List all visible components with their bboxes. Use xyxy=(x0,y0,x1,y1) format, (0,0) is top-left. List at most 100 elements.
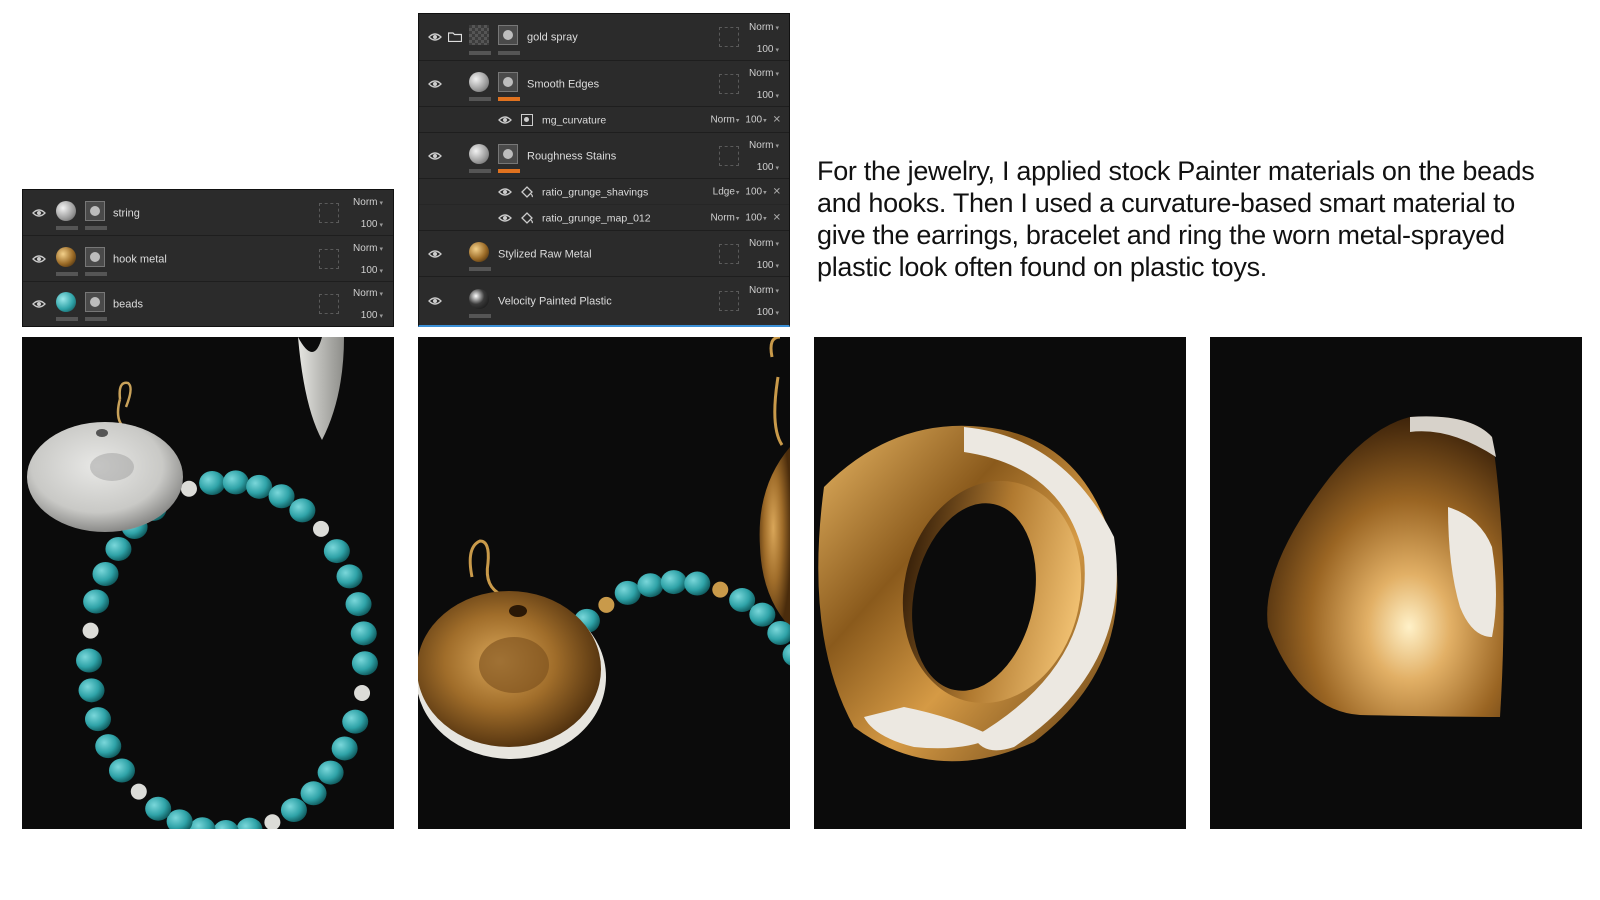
eye-icon[interactable] xyxy=(32,254,46,264)
eye-icon[interactable] xyxy=(428,249,442,259)
eye-icon[interactable] xyxy=(428,79,442,89)
blend-settings[interactable]: Norm ▾ 100 ▾ xyxy=(749,233,779,277)
layer-row-velocity-painted-plastic[interactable]: Velocity Painted Plastic Norm ▾ 100 ▾ xyxy=(419,277,789,324)
blend-mode[interactable]: Norm xyxy=(710,114,734,125)
opacity-value[interactable]: 100 xyxy=(745,114,762,125)
blend-mode[interactable]: Norm xyxy=(710,212,734,223)
mask-icon[interactable] xyxy=(498,71,518,92)
fill-bucket-icon xyxy=(521,186,533,198)
blend-settings[interactable]: Norm ▾ 100 ▾ xyxy=(353,238,383,282)
spacer-bead xyxy=(313,520,330,537)
selection-placeholder xyxy=(719,243,739,264)
blend-settings[interactable]: Norm ▾ 100 ▾ xyxy=(749,135,779,179)
blend-settings[interactable]: Norm ▾ 100 ▾ xyxy=(353,283,383,327)
opacity-value[interactable]: 100 xyxy=(757,307,774,318)
effect-name: ratio_grunge_shavings xyxy=(542,186,649,199)
blend-mode[interactable]: Norm xyxy=(749,238,773,249)
mask-icon[interactable] xyxy=(498,143,518,164)
chevron-down-icon: ▾ xyxy=(379,268,383,275)
thumbnail-bar xyxy=(469,169,491,173)
layer-row-beads[interactable]: beads Norm ▾ 100 ▾ xyxy=(23,282,393,326)
opacity-value[interactable]: 100 xyxy=(757,90,774,101)
opacity-value[interactable]: 100 xyxy=(757,44,774,55)
render-earring-gold xyxy=(418,337,790,829)
bead xyxy=(684,571,711,596)
layer-row-smooth-edges[interactable]: Smooth Edges Norm ▾ 100 ▾ xyxy=(419,61,789,107)
mask-icon[interactable] xyxy=(85,292,105,312)
eye-icon[interactable] xyxy=(32,208,46,218)
layer-name: Stylized Raw Metal xyxy=(498,248,592,261)
eye-icon[interactable] xyxy=(32,299,46,309)
mask-icon[interactable] xyxy=(85,200,105,221)
blend-mode[interactable]: Norm xyxy=(353,243,377,254)
bead xyxy=(336,564,363,589)
effect-row-grunge-shavings[interactable]: ratio_grunge_shavings Ldge▾ 100▾ ✕ xyxy=(419,179,789,205)
layer-row-string[interactable]: string Norm ▾ 100 ▾ xyxy=(23,190,393,236)
blend-settings[interactable]: Norm ▾ 100 ▾ xyxy=(749,280,779,324)
opacity-value[interactable]: 100 xyxy=(361,265,378,276)
blend-mode[interactable]: Norm xyxy=(749,22,773,33)
render-earring-untextured xyxy=(22,337,394,829)
bead xyxy=(76,648,103,673)
chevron-down-icon: ▾ xyxy=(775,25,779,32)
blend-settings[interactable]: Norm ▾ 100 ▾ xyxy=(749,17,779,61)
folder-icon[interactable] xyxy=(448,32,462,42)
bead xyxy=(289,498,316,523)
bead xyxy=(614,580,641,605)
eye-icon[interactable] xyxy=(498,115,512,125)
bead xyxy=(83,589,110,614)
effect-settings[interactable]: Norm▾ 100▾ ✕ xyxy=(704,114,781,125)
opacity-value[interactable]: 100 xyxy=(757,260,774,271)
layer-row-stylized-raw-metal[interactable]: Stylized Raw Metal Norm ▾ 100 ▾ xyxy=(419,231,789,277)
layer-row-hook-metal[interactable]: hook metal Norm ▾ 100 ▾ xyxy=(23,236,393,282)
eye-icon[interactable] xyxy=(428,151,442,161)
blend-mode[interactable]: Norm xyxy=(749,140,773,151)
material-thumbnail xyxy=(469,241,489,262)
opacity-value[interactable]: 100 xyxy=(361,219,378,230)
blend-settings[interactable]: Norm ▾ 100 ▾ xyxy=(353,192,383,236)
blend-mode[interactable]: Norm xyxy=(353,288,377,299)
chevron-down-icon: ▾ xyxy=(775,165,779,172)
thumbnail-bar xyxy=(469,314,491,318)
material-thumbnail xyxy=(469,71,489,92)
layer-name: gold spray xyxy=(527,31,578,44)
effect-settings[interactable]: Norm▾ 100▾ ✕ xyxy=(704,212,781,223)
thumbnail-bar xyxy=(469,97,491,101)
spacer-bead xyxy=(130,783,147,800)
effect-row-grunge-map[interactable]: ratio_grunge_map_012 Norm▾ 100▾ ✕ xyxy=(419,205,789,231)
close-icon[interactable]: ✕ xyxy=(773,186,781,197)
selection-placeholder xyxy=(319,202,339,223)
layer-panel-left: string Norm ▾ 100 ▾ hook metal Norm ▾ 100 ▾ be… xyxy=(22,189,394,327)
bead xyxy=(317,760,344,785)
thumbnail-bar xyxy=(56,317,78,321)
opacity-value[interactable]: 100 xyxy=(745,212,762,223)
mask-icon[interactable] xyxy=(85,246,105,267)
chevron-down-icon: ▾ xyxy=(763,117,767,124)
layer-name: hook metal xyxy=(113,253,167,266)
close-icon[interactable]: ✕ xyxy=(773,212,781,223)
opacity-value[interactable]: 100 xyxy=(757,162,774,173)
effect-settings[interactable]: Ldge▾ 100▾ ✕ xyxy=(707,186,781,197)
bead xyxy=(222,470,249,495)
eye-icon[interactable] xyxy=(428,296,442,306)
mask-bar xyxy=(85,317,107,321)
eye-icon[interactable] xyxy=(498,187,512,197)
layer-row-gold-spray[interactable]: gold spray Norm ▾ 100 ▾ xyxy=(419,14,789,61)
blend-mode[interactable]: Ldge xyxy=(713,186,735,197)
opacity-value[interactable]: 100 xyxy=(745,186,762,197)
layer-row-roughness-stains[interactable]: Roughness Stains Norm ▾ 100 ▾ xyxy=(419,133,789,179)
eye-icon[interactable] xyxy=(498,213,512,223)
chevron-down-icon: ▾ xyxy=(735,215,740,222)
close-icon[interactable]: ✕ xyxy=(773,114,781,125)
blend-mode[interactable]: Norm xyxy=(749,285,773,296)
blend-settings[interactable]: Norm ▾ 100 ▾ xyxy=(749,63,779,107)
mask-icon[interactable] xyxy=(498,25,518,45)
spacer-bead xyxy=(354,684,371,701)
bead xyxy=(342,709,369,734)
blend-mode[interactable]: Norm xyxy=(353,197,377,208)
bead xyxy=(331,736,358,761)
eye-icon[interactable] xyxy=(428,32,442,42)
effect-row-mg-curvature[interactable]: mg_curvature Norm▾ 100▾ ✕ xyxy=(419,107,789,133)
blend-mode[interactable]: Norm xyxy=(749,68,773,79)
opacity-value[interactable]: 100 xyxy=(361,310,378,321)
